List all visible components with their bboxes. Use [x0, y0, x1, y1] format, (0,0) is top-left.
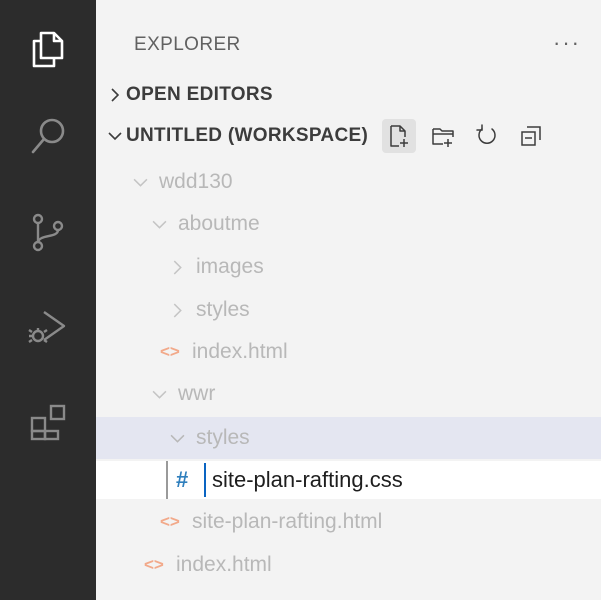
indent-guide — [166, 461, 168, 499]
source-control-icon[interactable] — [22, 206, 74, 258]
explorer-files-icon[interactable] — [22, 22, 74, 74]
folder-label: aboutme — [178, 212, 260, 235]
tree-file-index-html-root[interactable]: <> index.html — [96, 544, 601, 586]
workspace-section[interactable]: UNTITLED (WORKSPACE) — [96, 117, 601, 155]
chevron-right-icon — [166, 303, 188, 318]
folder-label: styles — [196, 298, 250, 321]
new-file-icon[interactable] — [382, 119, 417, 153]
folder-label: wdd130 — [159, 170, 233, 193]
activity-bar — [0, 0, 96, 600]
chevron-down-icon — [96, 129, 126, 143]
explorer-title: EXPLORER — [134, 34, 241, 55]
run-debug-icon[interactable] — [22, 300, 74, 352]
tree-folder-images[interactable]: images — [96, 246, 601, 288]
chevron-down-icon — [129, 175, 151, 190]
extensions-icon[interactable] — [22, 396, 74, 448]
tree-folder-styles[interactable]: styles — [96, 289, 601, 331]
tree-folder-wdd130[interactable]: wdd130 — [96, 161, 601, 203]
chevron-down-icon — [148, 217, 170, 232]
tree-folder-wwr[interactable]: wwr — [96, 373, 601, 415]
file-label: index.html — [192, 340, 288, 363]
folder-label: styles — [196, 426, 250, 449]
chevron-right-icon — [96, 88, 126, 102]
more-actions-icon[interactable]: ··· — [547, 28, 587, 58]
chevron-right-icon — [166, 260, 188, 275]
folder-label: images — [196, 255, 264, 278]
tree-folder-styles-selected[interactable]: styles — [96, 417, 601, 459]
explorer-sidebar: EXPLORER ··· OPEN EDITORS UNTITLED (WORK… — [96, 0, 601, 600]
search-icon[interactable] — [22, 110, 74, 162]
workspace-label: UNTITLED (WORKSPACE) — [126, 125, 369, 146]
chevron-down-icon — [166, 431, 188, 446]
refresh-icon[interactable] — [470, 119, 504, 153]
html-file-icon: <> — [144, 555, 164, 574]
chevron-down-icon — [148, 387, 170, 402]
new-file-name-input[interactable] — [204, 463, 601, 497]
collapse-all-icon[interactable] — [514, 119, 548, 153]
new-file-row: # — [96, 461, 601, 499]
tree-file-index-html[interactable]: <> index.html — [96, 331, 601, 373]
open-editors-label: OPEN EDITORS — [126, 84, 273, 105]
open-editors-section[interactable]: OPEN EDITORS — [96, 76, 601, 114]
css-file-icon: # — [176, 467, 189, 492]
tree-file-site-plan-html[interactable]: <> site-plan-rafting.html — [96, 501, 601, 543]
file-label: index.html — [176, 553, 272, 576]
tree-folder-aboutme[interactable]: aboutme — [96, 203, 601, 245]
workspace-actions — [382, 119, 548, 153]
folder-label: wwr — [178, 382, 216, 405]
html-file-icon: <> — [160, 342, 180, 361]
new-folder-icon[interactable] — [426, 119, 460, 153]
html-file-icon: <> — [160, 512, 180, 531]
file-label: site-plan-rafting.html — [192, 510, 383, 533]
